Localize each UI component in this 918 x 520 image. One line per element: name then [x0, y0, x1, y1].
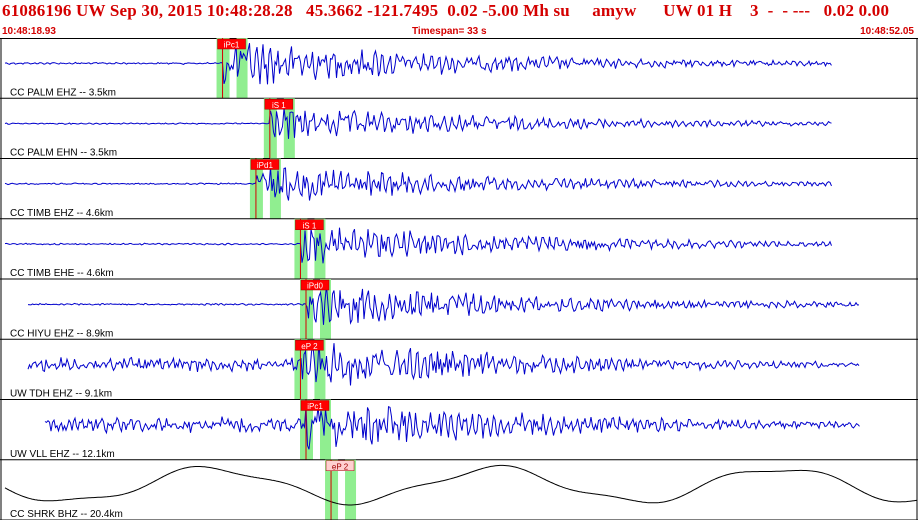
waveform-trace — [4, 108, 832, 139]
start-time-label: 10:48:18.93 — [2, 26, 56, 37]
pick-label: iS 1 — [272, 101, 286, 110]
end-time-label: 10:48:52.05 — [860, 26, 914, 37]
trace-station-label: CC HIYU EHZ -- 8.9km — [10, 328, 113, 339]
waveform-trace — [27, 340, 860, 386]
waveform-trace — [4, 166, 832, 201]
trace-station-label: UW VLL EHZ -- 12.1km — [10, 449, 115, 460]
waveform-trace — [4, 227, 832, 264]
waveform-trace — [4, 42, 832, 85]
event-summary-title: 61086196 UW Sep 30, 2015 10:48:28.28 45.… — [2, 1, 890, 20]
trace-station-label: CC TIMB EHZ -- 4.6km — [10, 208, 113, 219]
timespan-label: Timespan= 33 s — [412, 26, 487, 37]
pick-label: iPd1 — [257, 161, 274, 170]
pick-label: eP 2 — [301, 342, 318, 351]
trace-station-label: CC SHRK BHZ -- 20.4km — [10, 509, 123, 520]
pick-label: iPc1 — [224, 41, 240, 50]
trace-station-label: CC PALM EHN -- 3.5km — [10, 148, 117, 159]
waveform-trace — [44, 405, 860, 450]
pick-label: eP 2 — [332, 462, 349, 471]
pick-label: iPd0 — [307, 282, 324, 291]
trace-station-label: CC PALM EHZ -- 3.5km — [10, 87, 116, 98]
seismogram-panel[interactable]: iPc1 CC PALM EHZ -- 3.5km iS 1 CC PALM EHN … — [0, 38, 918, 520]
trace-station-label: CC TIMB EHE -- 4.6km — [10, 268, 114, 279]
trace-station-label: UW TDH EHZ -- 9.1km — [10, 389, 112, 400]
waveform-trace — [4, 464, 918, 506]
event-header: 61086196 UW Sep 30, 2015 10:48:28.28 45.… — [0, 0, 918, 26]
pick-label: iPc1 — [307, 402, 323, 411]
waveform-trace — [27, 285, 860, 325]
pick-label: iS 1 — [303, 221, 317, 230]
